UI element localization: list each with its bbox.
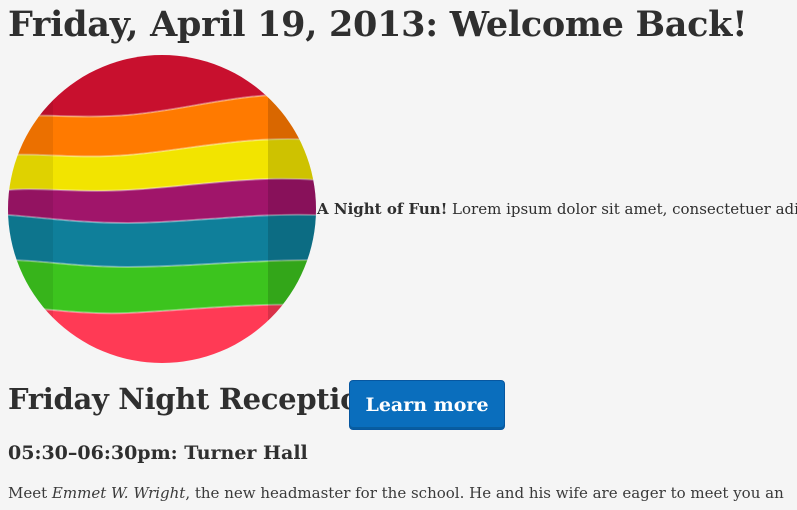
event-time-location: 05:30–06:30pm: Turner Hall [8,442,308,464]
learn-more-button[interactable]: Learn more [349,380,505,430]
event-desc-before: Meet [8,484,52,502]
event-desc-name: Emmet W. Wright [51,484,186,502]
rainbow-sphere-image [8,55,316,363]
section-title: Friday Night Reception [8,382,380,416]
event-description: Meet Emmet W. Wright, the new headmaster… [8,484,784,502]
hero-lead-text: A Night of Fun! Lorem ipsum dolor sit am… [317,200,797,218]
page-title: Friday, April 19, 2013: Welcome Back! [8,4,748,45]
hero-lead-body: Lorem ipsum dolor sit amet, consectetuer… [447,200,797,218]
event-desc-after: , the new headmaster for the school. He … [185,484,784,502]
hero-lead-bold: A Night of Fun! [317,200,448,218]
